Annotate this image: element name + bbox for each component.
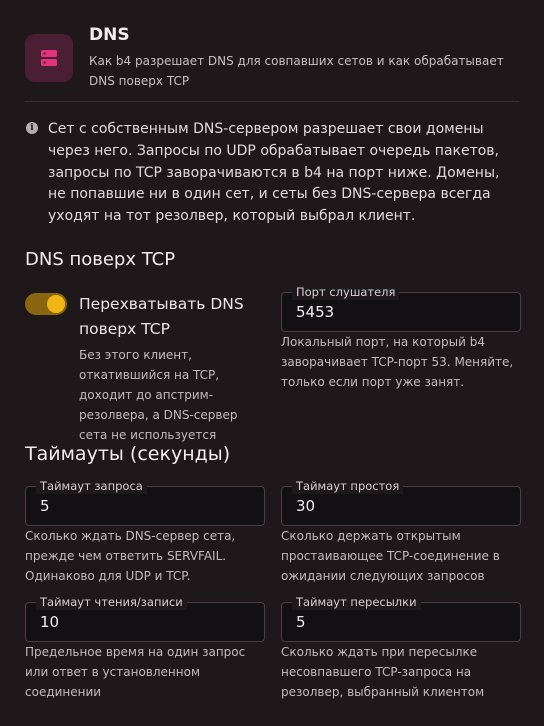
dns-settings-card: DNS Как b4 разрешает DNS для совпавших с… xyxy=(0,0,544,726)
toggle-knob xyxy=(47,295,65,313)
forward-timeout-field[interactable]: Таймаут пересылки 5 xyxy=(281,594,521,642)
request-timeout-help: Сколько ждать DNS-сервер сета, прежде че… xyxy=(25,529,236,583)
idle-timeout-help: Сколько держать открытым простаивающее T… xyxy=(281,529,500,583)
section-title-dns-tcp: DNS поверх TCP xyxy=(25,249,176,270)
intercept-dns-tcp-help: Без этого клиент, откатившийся на TCP, д… xyxy=(79,348,238,442)
listener-port-help: Локальный порт, на который b4 заворачива… xyxy=(281,335,514,389)
forward-timeout-help: Сколько ждать при пересылке несовпавшего… xyxy=(281,645,485,699)
idle-timeout-field[interactable]: Таймаут простоя 30 xyxy=(281,478,521,526)
server-icon xyxy=(25,34,73,82)
listener-port-field[interactable]: Порт слушателя 5453 xyxy=(281,284,521,332)
info-icon: i xyxy=(26,122,38,134)
intercept-dns-tcp-label: Перехватывать DNS поверх TCP xyxy=(79,295,244,338)
info-text: Сет с собственным DNS-сервером разрешает… xyxy=(48,121,500,225)
forward-timeout-value: 5 xyxy=(296,613,306,631)
request-timeout-value: 5 xyxy=(40,497,50,515)
idle-timeout-label: Таймаут простоя xyxy=(292,478,404,494)
idle-timeout-value: 30 xyxy=(296,497,316,515)
read-write-timeout-label: Таймаут чтения/записи xyxy=(36,594,187,610)
read-write-timeout-help: Предельное время на один запрос или отве… xyxy=(25,645,246,699)
page-subtitle: Как b4 разрешает DNS для совпавших сетов… xyxy=(89,54,504,88)
read-write-timeout-field[interactable]: Таймаут чтения/записи 10 xyxy=(25,594,265,642)
request-timeout-field[interactable]: Таймаут запроса 5 xyxy=(25,478,265,526)
listener-port-value: 5453 xyxy=(296,303,335,321)
page-title: DNS xyxy=(89,25,130,45)
forward-timeout-label: Таймаут пересылки xyxy=(292,594,421,610)
section-title-timeouts: Таймауты (секунды) xyxy=(25,443,231,465)
read-write-timeout-value: 10 xyxy=(40,613,60,631)
intercept-dns-tcp-toggle[interactable] xyxy=(25,293,67,315)
header-divider xyxy=(25,101,519,102)
listener-port-label: Порт слушателя xyxy=(292,284,400,300)
request-timeout-label: Таймаут запроса xyxy=(36,478,147,494)
